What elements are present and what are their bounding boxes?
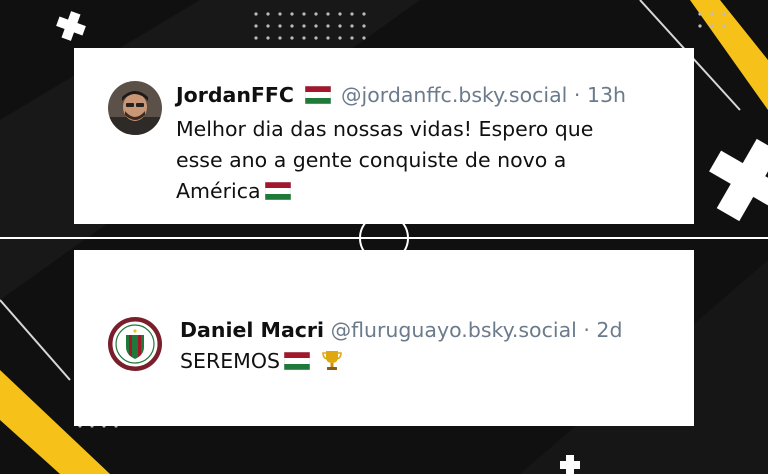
author-name[interactable]: Daniel Macri — [180, 318, 324, 342]
separator-dot: · — [583, 318, 590, 342]
post-text-line: América — [176, 176, 646, 207]
author-handle[interactable]: @fluruguayo.bsky.social — [331, 318, 577, 342]
flag-tricolor-icon — [264, 182, 291, 200]
separator-dot: · — [573, 83, 581, 107]
post-text-word: SEREMOS — [180, 349, 280, 373]
flag-tricolor-icon — [304, 86, 331, 104]
post-card[interactable]: Daniel Macri @fluruguayo.bsky.social · 2… — [74, 250, 694, 426]
post-text-line: esse ano a gente conquiste de novo a — [176, 148, 567, 172]
post-text-line-word: América — [176, 179, 261, 203]
person-photo-avatar-icon — [108, 81, 162, 135]
post-header: Daniel Macri @fluruguayo.bsky.social · 2… — [180, 317, 622, 343]
club-crest-avatar-icon — [108, 317, 162, 371]
post-card[interactable]: JordanFFC @jordanffc.bsky.social · 13h M… — [74, 48, 694, 224]
post-header: JordanFFC @jordanffc.bsky.social · 13h — [176, 82, 626, 108]
author-handle[interactable]: @jordanffc.bsky.social — [341, 83, 567, 107]
post-text-line: Melhor dia das nossas vidas! Espero que — [176, 117, 594, 141]
avatar[interactable] — [108, 81, 162, 135]
post-text: SEREMOS — [180, 346, 650, 377]
trophy-icon — [322, 351, 342, 370]
post-text: Melhor dia das nossas vidas! Espero que … — [176, 114, 646, 207]
post-time[interactable]: 13h — [587, 83, 626, 107]
avatar[interactable] — [108, 317, 162, 371]
post-time[interactable]: 2d — [596, 318, 622, 342]
author-name[interactable]: JordanFFC — [176, 83, 294, 107]
flag-tricolor-icon — [284, 352, 310, 370]
